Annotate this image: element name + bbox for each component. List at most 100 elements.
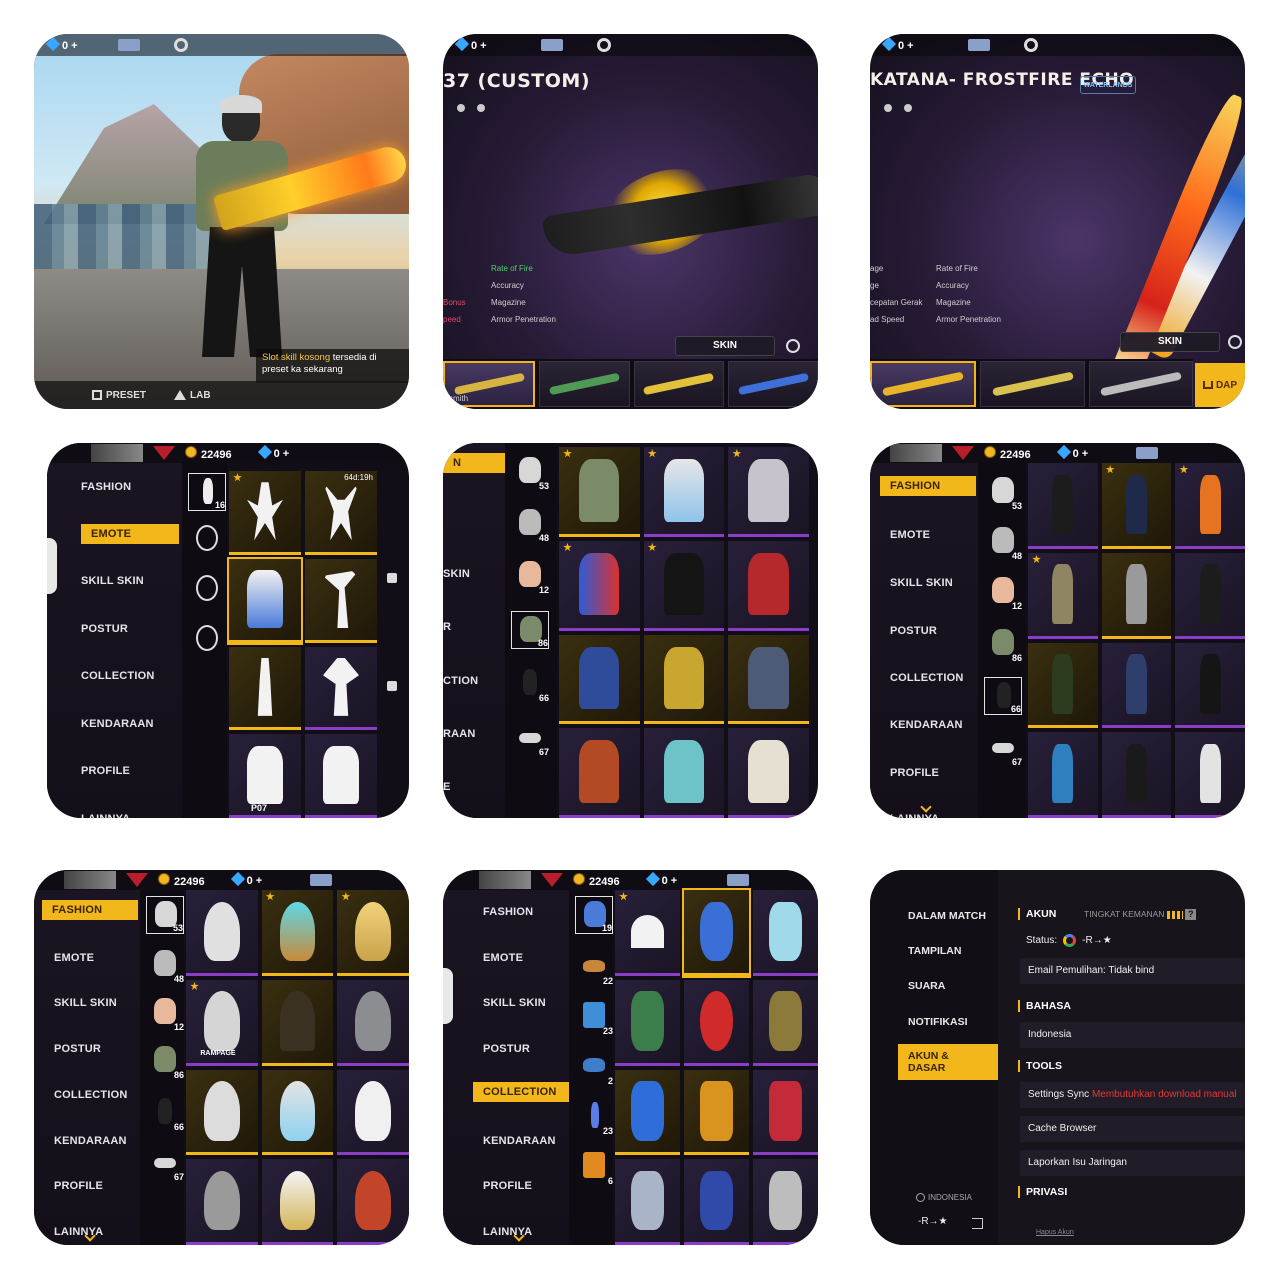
collection-card[interactable] [684,979,749,1066]
emote-card[interactable] [229,471,301,555]
diamond-count[interactable]: 0 + [881,36,914,52]
menu-postur-partial[interactable]: R [443,621,451,633]
menu-akun-dasar[interactable]: AKUN & DASAR [898,1044,998,1080]
menu-collection[interactable]: COLLECTION [54,1089,128,1101]
menu-kendaraan[interactable]: KENDARAAN [483,1135,556,1147]
subslot-pet[interactable]: 19 [575,896,613,934]
menu-profile-partial[interactable]: E [443,781,451,793]
hair-card[interactable] [186,890,258,976]
menu-collection[interactable]: COLLECTION [473,1082,569,1102]
diamond-count[interactable]: 0 + [645,871,677,887]
collection-card[interactable] [615,979,680,1066]
diamond-count[interactable]: 0 + [45,36,78,52]
menu-lainnya[interactable]: LAINNYA [54,1226,103,1238]
menu-fashion[interactable]: FASHION [42,900,138,920]
pants-card[interactable] [1028,732,1098,818]
hair-card[interactable] [261,979,334,1066]
collapse-tab[interactable] [443,968,453,1024]
avatar[interactable] [890,444,942,462]
subslot-shoes[interactable]: 67 [984,729,1022,767]
subslot-parachute[interactable]: 23 [575,1098,613,1136]
avatar[interactable] [479,871,531,889]
subslot-box[interactable]: 23 [575,998,613,1036]
menu-skill-skin-partial[interactable]: SKIN [443,568,470,580]
emote-slot[interactable] [188,621,226,659]
pants-card[interactable] [1101,732,1172,818]
mail-icon[interactable] [540,39,563,51]
top-card[interactable] [643,540,725,631]
pants-card[interactable] [1028,642,1098,729]
gear-icon[interactable] [1023,38,1038,52]
collection-card[interactable] [753,1159,818,1245]
logout-icon[interactable] [972,1218,983,1229]
menu-kendaraan-partial[interactable]: RAAN [443,728,476,740]
diamond-count[interactable]: 0 + [454,36,487,52]
hair-card[interactable]: RAMPAGE [186,979,258,1066]
lab-button[interactable]: LAB [174,390,211,401]
collection-card[interactable] [615,890,680,976]
preset-button[interactable]: PRESET [92,390,146,401]
menu-tampilan[interactable]: TAMPILAN [908,945,961,957]
pants-card[interactable] [1101,642,1172,729]
menu-fashion-partial[interactable]: N [443,453,505,473]
emote-card[interactable] [227,556,303,645]
skin-slot[interactable] [633,361,724,407]
emote-slot[interactable] [188,571,226,609]
top-card[interactable] [559,540,640,631]
subslot-face[interactable]: 12 [511,557,549,595]
menu-kendaraan[interactable]: KENDARAAN [54,1135,127,1147]
subslot-glider[interactable]: 2 [575,1048,613,1086]
mail-icon[interactable] [310,874,333,886]
emote-card[interactable] [305,734,377,818]
subslot-item[interactable]: 22 [575,948,613,986]
menu-collection[interactable]: COLLECTION [81,670,155,682]
top-card[interactable] [728,634,809,725]
skin-slot[interactable] [539,361,630,407]
search-icon[interactable] [1228,335,1242,349]
collection-card[interactable] [753,890,818,976]
menu-postur[interactable]: POSTUR [483,1043,530,1055]
menu-postur[interactable]: POSTUR [54,1043,101,1055]
menu-postur[interactable]: POSTUR [81,623,128,635]
hair-card[interactable] [261,1159,334,1245]
skin-slot[interactable] [980,361,1085,407]
pants-card[interactable] [1028,552,1098,639]
menu-kendaraan[interactable]: KENDARAAN [81,718,154,730]
diamond-count[interactable]: 0 + [230,871,262,887]
hair-card[interactable] [186,1159,258,1245]
subslot-banner[interactable]: 6 [575,1148,613,1186]
menu-dalam-match[interactable]: DALAM MATCH [908,910,986,922]
subslot-hair[interactable]: 53 [146,896,184,934]
menu-fashion[interactable]: FASHION [81,481,131,493]
menu-skill-skin[interactable]: SKILL SKIN [890,577,953,589]
diamond-count[interactable]: 0 + [1056,444,1088,460]
menu-fashion[interactable]: FASHION [880,476,976,496]
top-card[interactable] [728,540,809,631]
avatar[interactable] [91,444,143,462]
menu-skill-skin[interactable]: SKILL SKIN [81,575,144,587]
hair-card[interactable] [261,890,334,976]
language-select[interactable]: Indonesia [1020,1022,1245,1048]
pants-card[interactable] [1175,642,1245,729]
settings-sync-row[interactable]: Settings Sync Membutuhkan download manua… [1020,1082,1245,1108]
menu-emote[interactable]: EMOTE [54,952,94,964]
subslot-hair[interactable]: 53 [984,473,1022,511]
collection-card[interactable] [753,1069,818,1156]
menu-skill-skin[interactable]: SKILL SKIN [54,997,117,1009]
menu-profile[interactable]: PROFILE [54,1180,103,1192]
subslot-face[interactable]: 12 [984,573,1022,611]
pants-card[interactable] [1175,463,1245,549]
menu-collection[interactable]: COLLECTION [890,672,964,684]
pants-card[interactable] [1175,732,1245,818]
emote-card[interactable] [305,558,377,643]
collection-card[interactable] [615,1159,680,1245]
subslot-face[interactable]: 12 [146,994,184,1032]
help-icon[interactable]: ? [1185,909,1197,920]
menu-fashion[interactable]: FASHION [483,906,533,918]
gear-icon[interactable] [173,38,188,52]
skin-slot[interactable] [727,361,818,407]
pants-card[interactable] [1101,552,1172,639]
coin-count[interactable]: 22496 [185,445,232,461]
skin-slot[interactable] [1088,361,1193,407]
emote-card[interactable]: 64d:19h [305,471,377,555]
